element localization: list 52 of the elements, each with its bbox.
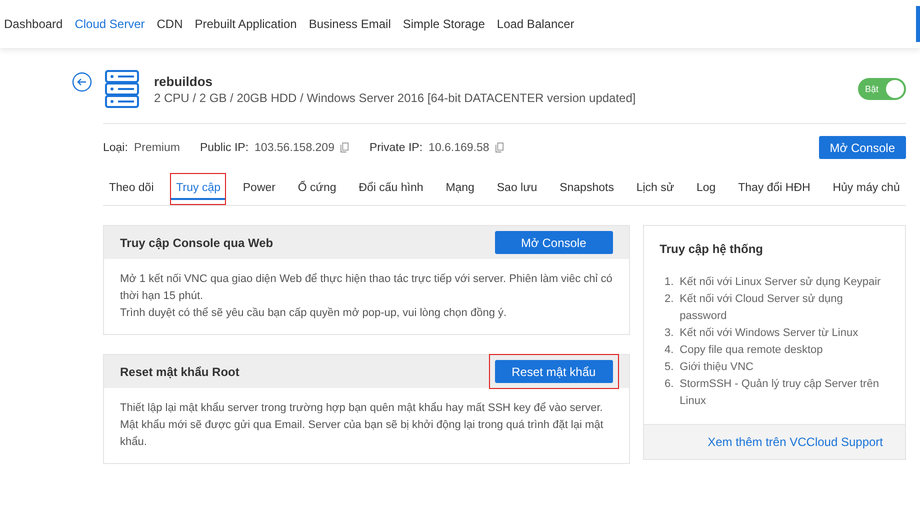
tab[interactable]: Mạng [440,173,480,205]
help-link[interactable]: Kết nối với Cloud Server sử dụng password [680,291,889,325]
tab[interactable]: Ổ cứng [292,173,342,205]
panel-button[interactable]: Reset mật khẩu [494,360,613,383]
help-link[interactable]: Copy file qua remote desktop [680,342,823,359]
item-number: 2. [663,292,674,307]
support-link[interactable]: Xem thêm trên VCCloud Support [708,435,883,449]
info-label: Public IP: [200,142,249,154]
tab[interactable]: Hủy máy chủ [826,173,906,205]
panel-title: Truy cập Console qua Web [120,236,274,250]
tab[interactable]: Đổi cấu hình [352,173,430,205]
server-specs: 2 CPU / 2 GB / 20GB HDD / Windows Server 2016 [64-bit DATACENTER version updated] [154,90,637,104]
panel-title: Reset mật khẩu Root [120,364,240,378]
help-title: Truy cập hệ thống [660,242,764,256]
tab[interactable]: Thay đổi HĐH [732,173,816,205]
tab[interactable]: Power [236,173,282,205]
help-link[interactable]: StormSSH - Quản lý truy cập Server trên Linux [680,376,889,410]
nav-link[interactable]: Prebuilt Application [194,17,297,31]
item-number: 1. [663,275,674,290]
info-label: Loại: [103,142,128,154]
tab[interactable]: Sao lưu [490,173,544,205]
tab[interactable]: Truy cập [170,173,226,205]
info-label: Private IP: [369,142,423,154]
info-value: Premium [134,142,180,154]
help-link[interactable]: Kết nối với Linux Server sử dụng Keypair [680,274,881,291]
copy-icon[interactable] [495,142,504,153]
nav-link[interactable]: Load Balancer [496,17,574,31]
item-number: 5. [663,360,674,375]
tab[interactable]: Log [690,173,722,205]
help-link[interactable]: Giới thiệu VNC [680,359,754,376]
item-number: 6. [663,377,674,392]
info-value: 10.6.169.58 [428,142,490,154]
server-name: rebuildos [154,74,214,88]
open-console-button[interactable]: Mở Console [818,136,906,159]
nav-link[interactable]: Cloud Server [74,17,145,31]
tab[interactable]: Snapshots [554,173,620,205]
item-number: 4. [663,343,674,358]
copy-icon[interactable] [340,142,350,153]
nav-link[interactable]: Simple Storage [402,17,485,31]
nav-link[interactable]: CDN [156,17,183,31]
panel-text: Thiết lập lại mật khẩu server trong trường hợp bạn quên mật khẩu hay mất SSH key để vào server. Mật khẩu mới sẽ được gửi qua Email. Server của bạn sẽ bị khởi động lại trong quá trình đặt lại mật khẩu. [120,401,604,450]
panel-text: Trình duyệt có thể sẽ yêu cầu bạn cấp quyền mở pop-up, vui lòng chọn đồng ý. [120,306,508,321]
panel-text: Mở 1 kết nối VNC qua giao diện Web để thực hiện thao tác trực tiếp với server. Phiên làm viêc chỉ có thời hạn 15 phút. [120,272,613,304]
tab[interactable]: Lịch sử [630,173,680,205]
help-link[interactable]: Kết nối với Windows Server từ Linux [680,325,858,342]
tab[interactable]: Theo dõi [103,173,160,205]
nav-link[interactable]: Dashboard [4,17,63,31]
server-icon [104,69,140,109]
item-number: 3. [663,326,674,341]
info-value: 103.56.158.209 [254,142,334,154]
panel-button[interactable]: Mở Console [494,231,613,254]
nav-link[interactable]: Business Email [308,17,391,31]
